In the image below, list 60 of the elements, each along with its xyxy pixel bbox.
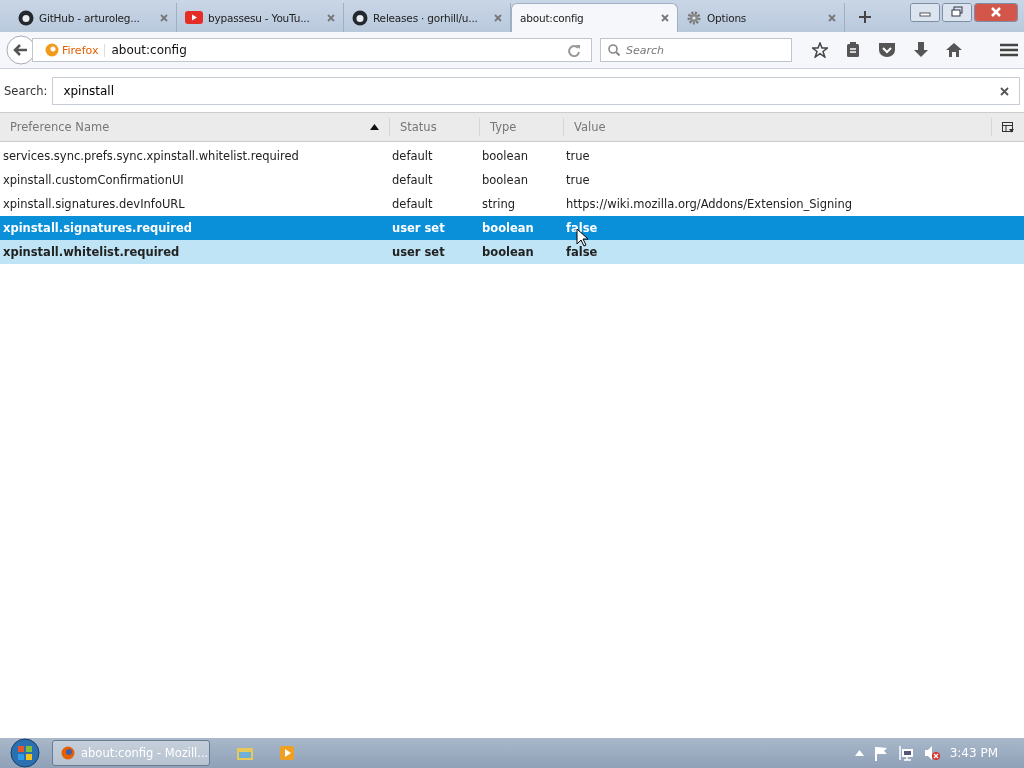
table-cell-text: xpinstall.signatures.required (2, 221, 193, 235)
table-row[interactable]: xpinstall.signatures.required user set boolean false (0, 216, 1024, 240)
search-field[interactable]: Search (600, 38, 792, 62)
column-picker-icon[interactable] (1002, 121, 1014, 133)
table-row[interactable]: services.sync.prefs.sync.xpinstall.whitelist.required default boolean true (0, 144, 1024, 168)
star-icon[interactable] (812, 42, 828, 58)
column-header[interactable]: Type (480, 118, 564, 136)
minimize-icon[interactable] (910, 3, 940, 22)
table-cell-text: services.sync.prefs.sync.xpinstall.whitelist.required (2, 149, 300, 163)
table-cell-text: boolean (481, 173, 529, 187)
reload-icon[interactable] (567, 43, 581, 57)
close-icon[interactable] (327, 13, 335, 22)
column-header[interactable]: Preference Name (0, 118, 390, 136)
start-orb-icon[interactable] (8, 738, 42, 768)
table-cell-text: https://wiki.mozilla.org/Addons/Extension_Signing (565, 197, 854, 211)
pocket-icon[interactable] (878, 42, 896, 58)
table-row[interactable]: xpinstall.signatures.devInfoURL default string https://wiki.mozilla.org/Addons/Extension_Signing (0, 192, 1024, 216)
table-cell-text: default (391, 197, 434, 211)
table-cell-text: xpinstall.whitelist.required (2, 245, 181, 259)
menu-icon[interactable] (1000, 43, 1018, 57)
home-icon[interactable] (946, 42, 962, 58)
identity-label: Firefox (59, 43, 106, 57)
table-cell-text: true (565, 173, 591, 187)
table-cell-text: true (565, 149, 591, 163)
flag-icon[interactable] (873, 745, 888, 761)
table-cell-text: false (565, 221, 599, 235)
table-cell-text: user set (391, 221, 446, 235)
close-icon[interactable] (160, 13, 168, 22)
close-icon[interactable] (661, 14, 669, 22)
play-icon (185, 11, 203, 24)
address-bar[interactable]: Firefox about:config (32, 38, 592, 62)
table-cell-text: default (391, 149, 434, 163)
search-label: Search: (4, 84, 48, 98)
table-cell-text: boolean (481, 221, 535, 235)
table-cell-text: xpinstall.signatures.devInfoURL (2, 197, 186, 211)
table-cell-text: false (565, 245, 599, 259)
column-header[interactable]: Status (390, 118, 480, 136)
table-row[interactable]: xpinstall.customConfirmationUI default boolean true (0, 168, 1024, 192)
table-cell-text: string (481, 197, 516, 211)
clipboard-icon[interactable] (846, 42, 860, 58)
close-icon[interactable] (494, 13, 502, 22)
muted-speaker-icon[interactable] (923, 745, 940, 761)
column-header[interactable]: Value (564, 118, 992, 136)
monitor-icon[interactable] (897, 745, 914, 761)
plus-icon[interactable] (859, 11, 871, 23)
table-cell-text: default (391, 173, 434, 187)
table-cell-text: user set (391, 245, 446, 259)
url-text: about:config (111, 43, 188, 57)
filter-field[interactable]: xpinstall (52, 77, 1020, 105)
browser-tab[interactable]: about:config (511, 3, 678, 32)
clear-icon[interactable] (1000, 86, 1009, 96)
search-icon (608, 44, 620, 56)
table-cell-text: boolean (481, 149, 529, 163)
gear-icon (686, 9, 702, 26)
restore-icon[interactable] (942, 3, 972, 22)
table-cell-text: boolean (481, 245, 535, 259)
close-icon[interactable] (828, 13, 836, 22)
download-icon[interactable] (914, 42, 928, 58)
table-cell-text: xpinstall.customConfirmationUI (2, 173, 185, 187)
close-icon[interactable] (974, 3, 1018, 22)
